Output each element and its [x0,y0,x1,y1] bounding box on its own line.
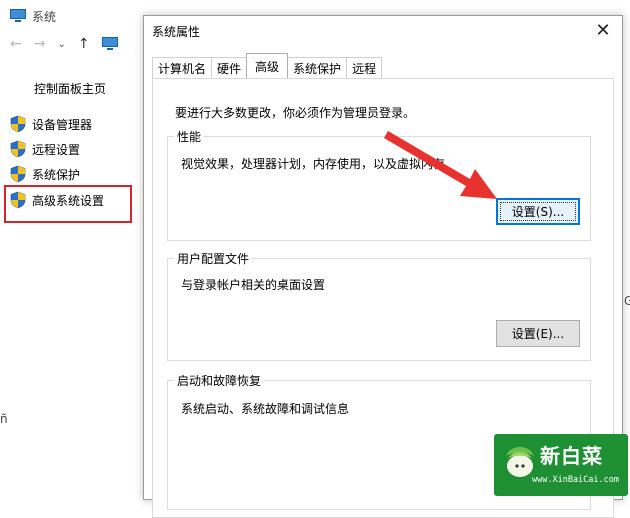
performance-description: 视觉效果，处理器计划，内存使用，以及虚拟内存 [181,157,446,171]
user-profiles-group-label: 用户配置文件 [174,250,253,267]
sidebar-item-label: 设备管理器 [32,117,93,132]
user-profiles-settings-button[interactable]: 设置(E)... [496,320,580,347]
address-computer-icon[interactable] [101,37,118,51]
system-properties-dialog: 系统属性 ✕ 计算机名 硬件 高级 系统保护 远程 要进行大多数更改，你必须作为… [143,15,623,518]
startup-recovery-group-label: 启动和故障恢复 [174,372,265,389]
truncated-text-fragment: ñ [0,412,8,426]
tab-system-protection[interactable]: 系统保护 [287,57,348,78]
back-arrow-icon[interactable]: ← [10,36,22,52]
red-highlight-box [4,185,132,223]
close-icon[interactable]: ✕ [586,16,620,44]
logo-url: www.XinBaiCai.com [532,475,619,485]
cabbage-icon [506,447,534,477]
user-profiles-description: 与登录帐户相关的桌面设置 [181,278,326,292]
computer-monitor-icon [10,9,26,23]
uac-shield-icon [10,115,26,133]
tab-hardware[interactable]: 硬件 [211,57,248,78]
uac-shield-icon [10,140,26,158]
tab-advanced[interactable]: 高级 [246,53,289,78]
up-arrow-icon[interactable]: ↑ [78,36,90,52]
performance-group-label: 性能 [174,128,205,145]
sidebar-item-label: 系统保护 [32,167,81,182]
tab-computer-name[interactable]: 计算机名 [152,57,213,78]
xinbaicai-logo: 新白菜 www.XinBaiCai.com [494,434,628,496]
dialog-tab-strip: 计算机名 硬件 高级 系统保护 远程 [152,53,383,78]
system-window-titlebar: 系统 [10,6,56,26]
control-panel-home-link[interactable]: 控制面板主页 [34,80,106,97]
performance-group: 性能 视觉效果，处理器计划，内存使用，以及虚拟内存 设置(S)... [167,128,591,241]
admin-notice: 要进行大多数更改，你必须作为管理员登录。 [175,106,416,120]
sidebar-item-label: 远程设置 [32,142,81,157]
performance-settings-button[interactable]: 设置(S)... [496,198,580,225]
startup-recovery-description: 系统启动、系统故障和调试信息 [181,402,350,416]
logo-name: 新白菜 [540,444,603,468]
sidebar-item-system-protection[interactable]: 系统保护 [10,164,80,184]
sidebar-item-device-manager[interactable]: 设备管理器 [10,114,92,134]
forward-arrow-icon[interactable]: → [34,36,46,52]
uac-shield-icon [10,165,26,183]
system-window-title: 系统 [32,9,57,24]
recent-locations-chevron-icon[interactable]: ⌄ [57,39,65,50]
sidebar-item-remote-settings[interactable]: 远程设置 [10,139,80,159]
truncated-text-fragment: G [624,294,630,308]
dialog-title: 系统属性 [152,25,201,39]
user-profiles-group: 用户配置文件 与登录帐户相关的桌面设置 设置(E)... [167,250,591,361]
navigation-bar: ← → ⌄ ↑ [10,36,118,52]
tab-remote[interactable]: 远程 [346,57,383,78]
